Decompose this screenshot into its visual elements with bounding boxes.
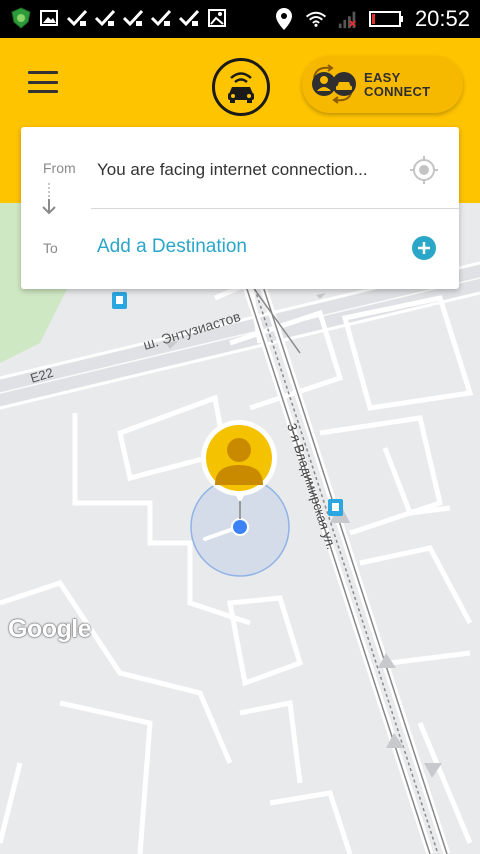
check-icon — [122, 7, 144, 29]
easy-connect-icon — [302, 56, 364, 113]
current-location-dot — [233, 520, 247, 534]
easy-connect-button[interactable]: EASY CONNECT — [302, 56, 463, 113]
google-attribution: Google — [8, 615, 92, 643]
easy-connect-line2: CONNECT — [364, 83, 431, 99]
from-label: From — [43, 160, 76, 176]
to-label: To — [43, 240, 58, 256]
locate-me-icon[interactable] — [409, 155, 439, 185]
field-divider — [91, 208, 459, 209]
check-icon — [178, 7, 200, 29]
map-view[interactable]: ш. Энтузиастов E22 3-я Владимирская ул. … — [0, 203, 480, 854]
trip-card: From To You are facing internet connecti… — [21, 127, 459, 289]
notification-icons — [10, 7, 228, 29]
location-icon — [273, 8, 295, 30]
hamburger-menu-icon[interactable] — [28, 71, 58, 93]
check-icon — [66, 7, 88, 29]
taxi-logo-icon — [212, 58, 270, 116]
status-bar: 20:52 — [0, 0, 480, 38]
map-canvas: ш. Энтузиастов E22 3-я Владимирская ул. — [0, 203, 480, 854]
system-icons: 20:52 — [273, 6, 470, 32]
shield-app-icon — [10, 7, 32, 29]
destination-input[interactable] — [97, 236, 397, 258]
arrow-down-icon — [42, 199, 56, 215]
battery-icon — [368, 8, 405, 30]
clock: 20:52 — [414, 6, 470, 31]
easy-connect-line1: EASY — [364, 69, 401, 85]
image-icon — [206, 7, 228, 29]
easy-connect-label: EASY CONNECT — [364, 69, 431, 99]
gallery-icon — [38, 7, 60, 29]
signal-icon — [337, 8, 359, 30]
add-destination-icon[interactable] — [412, 236, 436, 260]
check-icon — [150, 7, 172, 29]
pickup-location-field[interactable]: You are facing internet connection... — [97, 160, 397, 180]
check-icon — [94, 7, 116, 29]
wifi-icon — [305, 8, 327, 30]
